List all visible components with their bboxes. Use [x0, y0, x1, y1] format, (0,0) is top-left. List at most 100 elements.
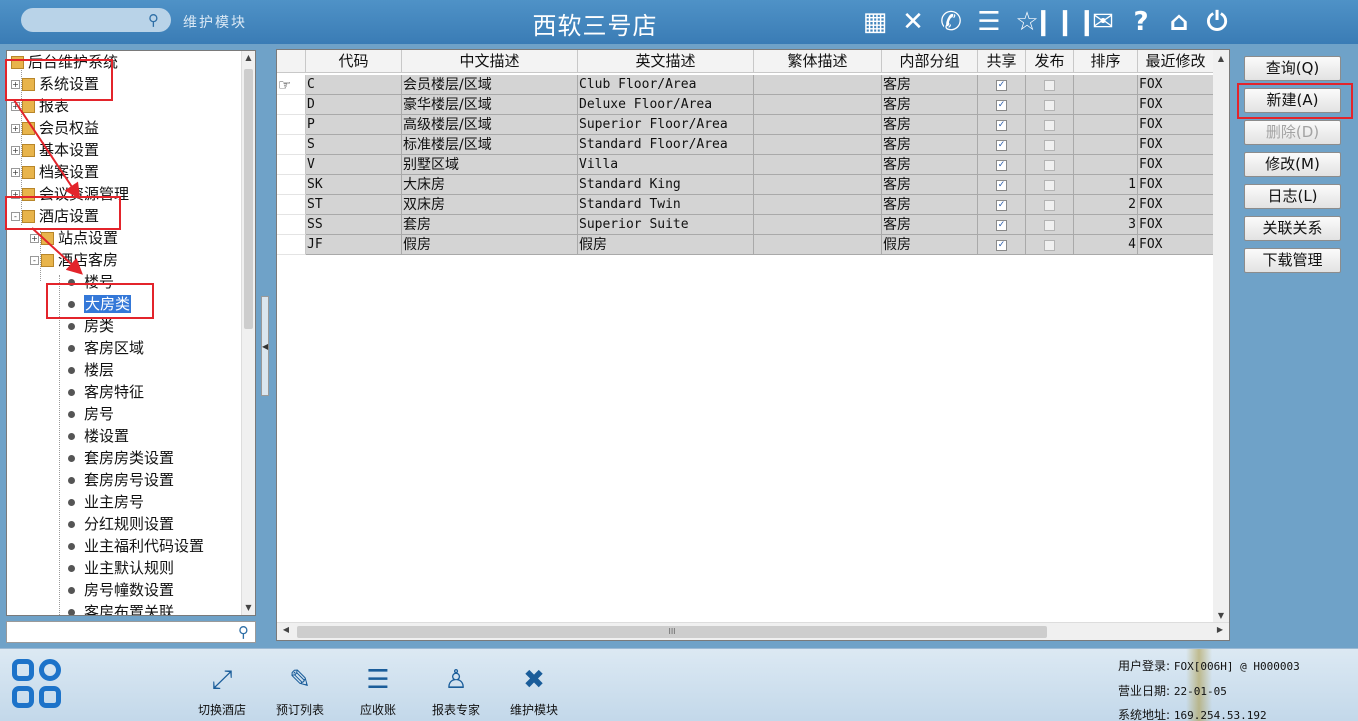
- table-row[interactable]: ST 双床房 Standard Twin 客房 ✓ 2 FOX: [277, 195, 1214, 215]
- scroll-right-icon[interactable]: ▶: [1213, 625, 1227, 634]
- tree-leaf-room-layout-link[interactable]: 客房布置关联: [68, 601, 174, 615]
- cell-cn-desc[interactable]: 豪华楼层/区域: [402, 95, 578, 115]
- cell-cn-desc[interactable]: 双床房: [402, 195, 578, 215]
- switch-hotel-button[interactable]: ⤢ 切换酒店: [185, 663, 259, 718]
- tree-leaf-suite-type-settings[interactable]: 套房房类设置: [68, 447, 174, 469]
- help-icon[interactable]: ?: [1122, 4, 1160, 40]
- cell-cn-desc[interactable]: 高级楼层/区域: [402, 115, 578, 135]
- cell-share[interactable]: ✓: [978, 195, 1026, 215]
- cell-group[interactable]: 客房: [882, 115, 978, 135]
- download-manager-button[interactable]: 下载管理: [1244, 248, 1341, 273]
- expand-icon[interactable]: +: [11, 190, 20, 199]
- column-header-code[interactable]: 代码: [306, 50, 402, 73]
- cell-sort[interactable]: 1: [1074, 175, 1138, 195]
- column-header-publish[interactable]: 发布: [1026, 50, 1074, 73]
- cell-group[interactable]: 客房: [882, 75, 978, 95]
- collapse-icon[interactable]: -: [30, 256, 39, 265]
- publish-checkbox[interactable]: [1044, 79, 1055, 91]
- cell-group[interactable]: 客房: [882, 135, 978, 155]
- cell-en-desc[interactable]: Deluxe Floor/Area: [578, 95, 754, 115]
- cell-cn-desc[interactable]: 会员楼层/区域: [402, 75, 578, 95]
- cell-publish[interactable]: [1026, 95, 1074, 115]
- cell-tw-desc[interactable]: [754, 115, 882, 135]
- cell-code[interactable]: SK: [306, 175, 402, 195]
- mail-icon[interactable]: ✉: [1084, 4, 1122, 40]
- cell-tw-desc[interactable]: [754, 235, 882, 255]
- cell-tw-desc[interactable]: [754, 95, 882, 115]
- cell-last-modified[interactable]: FOX: [1138, 235, 1214, 255]
- cell-en-desc[interactable]: Standard Twin: [578, 195, 754, 215]
- cell-tw-desc[interactable]: [754, 75, 882, 95]
- cell-last-modified[interactable]: FOX: [1138, 75, 1214, 95]
- share-checkbox-checked[interactable]: ✓: [996, 99, 1007, 111]
- new-button[interactable]: 新建(A): [1244, 88, 1341, 113]
- scroll-up-icon[interactable]: ▲: [242, 51, 255, 65]
- tree-node-meeting-resources[interactable]: + 会议资源管理: [11, 183, 129, 205]
- tree-leaf-floor[interactable]: 楼层: [68, 359, 114, 381]
- cell-group[interactable]: 客房: [882, 95, 978, 115]
- cell-publish[interactable]: [1026, 135, 1074, 155]
- share-checkbox-checked[interactable]: ✓: [996, 239, 1007, 251]
- column-header-last-modified[interactable]: 最近修改: [1138, 50, 1214, 73]
- query-button[interactable]: 查询(Q): [1244, 56, 1341, 81]
- cell-last-modified[interactable]: FOX: [1138, 135, 1214, 155]
- phone-icon[interactable]: ✆: [932, 4, 970, 40]
- share-checkbox-checked[interactable]: ✓: [996, 219, 1007, 231]
- cell-publish[interactable]: [1026, 115, 1074, 135]
- cell-sort[interactable]: [1074, 155, 1138, 175]
- cell-group[interactable]: 客房: [882, 155, 978, 175]
- receivable-button[interactable]: ☰ 应收账: [341, 663, 415, 718]
- cell-code[interactable]: JF: [306, 235, 402, 255]
- tree-scroll-thumb[interactable]: [244, 69, 253, 329]
- cell-tw-desc[interactable]: [754, 155, 882, 175]
- scroll-down-icon[interactable]: ▼: [1213, 611, 1229, 620]
- publish-checkbox[interactable]: [1044, 199, 1055, 211]
- table-row[interactable]: SK 大床房 Standard King 客房 ✓ 1 FOX: [277, 175, 1214, 195]
- expand-icon[interactable]: +: [11, 102, 20, 111]
- scroll-up-icon[interactable]: ▲: [1213, 54, 1229, 63]
- cell-en-desc[interactable]: Villa: [578, 155, 754, 175]
- table-row[interactable]: JF 假房 假房 假房 ✓ 4 FOX: [277, 235, 1214, 255]
- expand-icon[interactable]: +: [11, 146, 20, 155]
- publish-checkbox[interactable]: [1044, 99, 1055, 111]
- cell-publish[interactable]: [1026, 235, 1074, 255]
- table-row[interactable]: ☞ C 会员楼层/区域 Club Floor/Area 客房 ✓ FOX: [277, 75, 1214, 95]
- columns-icon[interactable]: ❙❙❙: [1032, 4, 1097, 40]
- scroll-left-icon[interactable]: ◀: [279, 625, 293, 634]
- cell-code[interactable]: P: [306, 115, 402, 135]
- booking-list-button[interactable]: ✎ 预订列表: [263, 663, 337, 718]
- share-checkbox-checked[interactable]: ✓: [996, 119, 1007, 131]
- home-icon[interactable]: ⌂: [1160, 4, 1198, 40]
- tree-leaf-room-feature[interactable]: 客房特征: [68, 381, 144, 403]
- search-icon[interactable]: ⚲: [148, 11, 159, 29]
- grid-horizontal-scrollbar[interactable]: ◀ III ▶: [277, 622, 1229, 640]
- tree-leaf-room-area[interactable]: 客房区域: [68, 337, 144, 359]
- tree-vertical-scrollbar[interactable]: ▲ ▼: [241, 51, 255, 615]
- relations-button[interactable]: 关联关系: [1244, 216, 1341, 241]
- cell-cn-desc[interactable]: 别墅区域: [402, 155, 578, 175]
- cell-tw-desc[interactable]: [754, 195, 882, 215]
- cell-code[interactable]: C: [306, 75, 402, 95]
- publish-checkbox[interactable]: [1044, 139, 1055, 151]
- table-row[interactable]: S 标准楼层/区域 Standard Floor/Area 客房 ✓ FOX: [277, 135, 1214, 155]
- publish-checkbox[interactable]: [1044, 119, 1055, 131]
- cell-publish[interactable]: [1026, 155, 1074, 175]
- app-logo-icon[interactable]: [12, 659, 66, 713]
- tree-node-archive-settings[interactable]: + 档案设置: [11, 161, 99, 183]
- share-checkbox-checked[interactable]: ✓: [996, 179, 1007, 191]
- table-row[interactable]: D 豪华楼层/区域 Deluxe Floor/Area 客房 ✓ FOX: [277, 95, 1214, 115]
- grid-vertical-scrollbar[interactable]: ▲ ▼: [1213, 50, 1229, 622]
- table-row[interactable]: V 别墅区域 Villa 客房 ✓ FOX: [277, 155, 1214, 175]
- cell-last-modified[interactable]: FOX: [1138, 155, 1214, 175]
- column-header-group[interactable]: 内部分组: [882, 50, 978, 73]
- power-icon[interactable]: ⏻: [1198, 4, 1236, 40]
- modify-button[interactable]: 修改(M): [1244, 152, 1341, 177]
- cell-en-desc[interactable]: 假房: [578, 235, 754, 255]
- cell-publish[interactable]: [1026, 215, 1074, 235]
- tree-node-system-settings[interactable]: + 系统设置: [11, 73, 99, 95]
- cell-sort[interactable]: 2: [1074, 195, 1138, 215]
- cell-sort[interactable]: [1074, 135, 1138, 155]
- column-header-tw-desc[interactable]: 繁体描述: [754, 50, 882, 73]
- cell-group[interactable]: 客房: [882, 195, 978, 215]
- cell-group[interactable]: 假房: [882, 235, 978, 255]
